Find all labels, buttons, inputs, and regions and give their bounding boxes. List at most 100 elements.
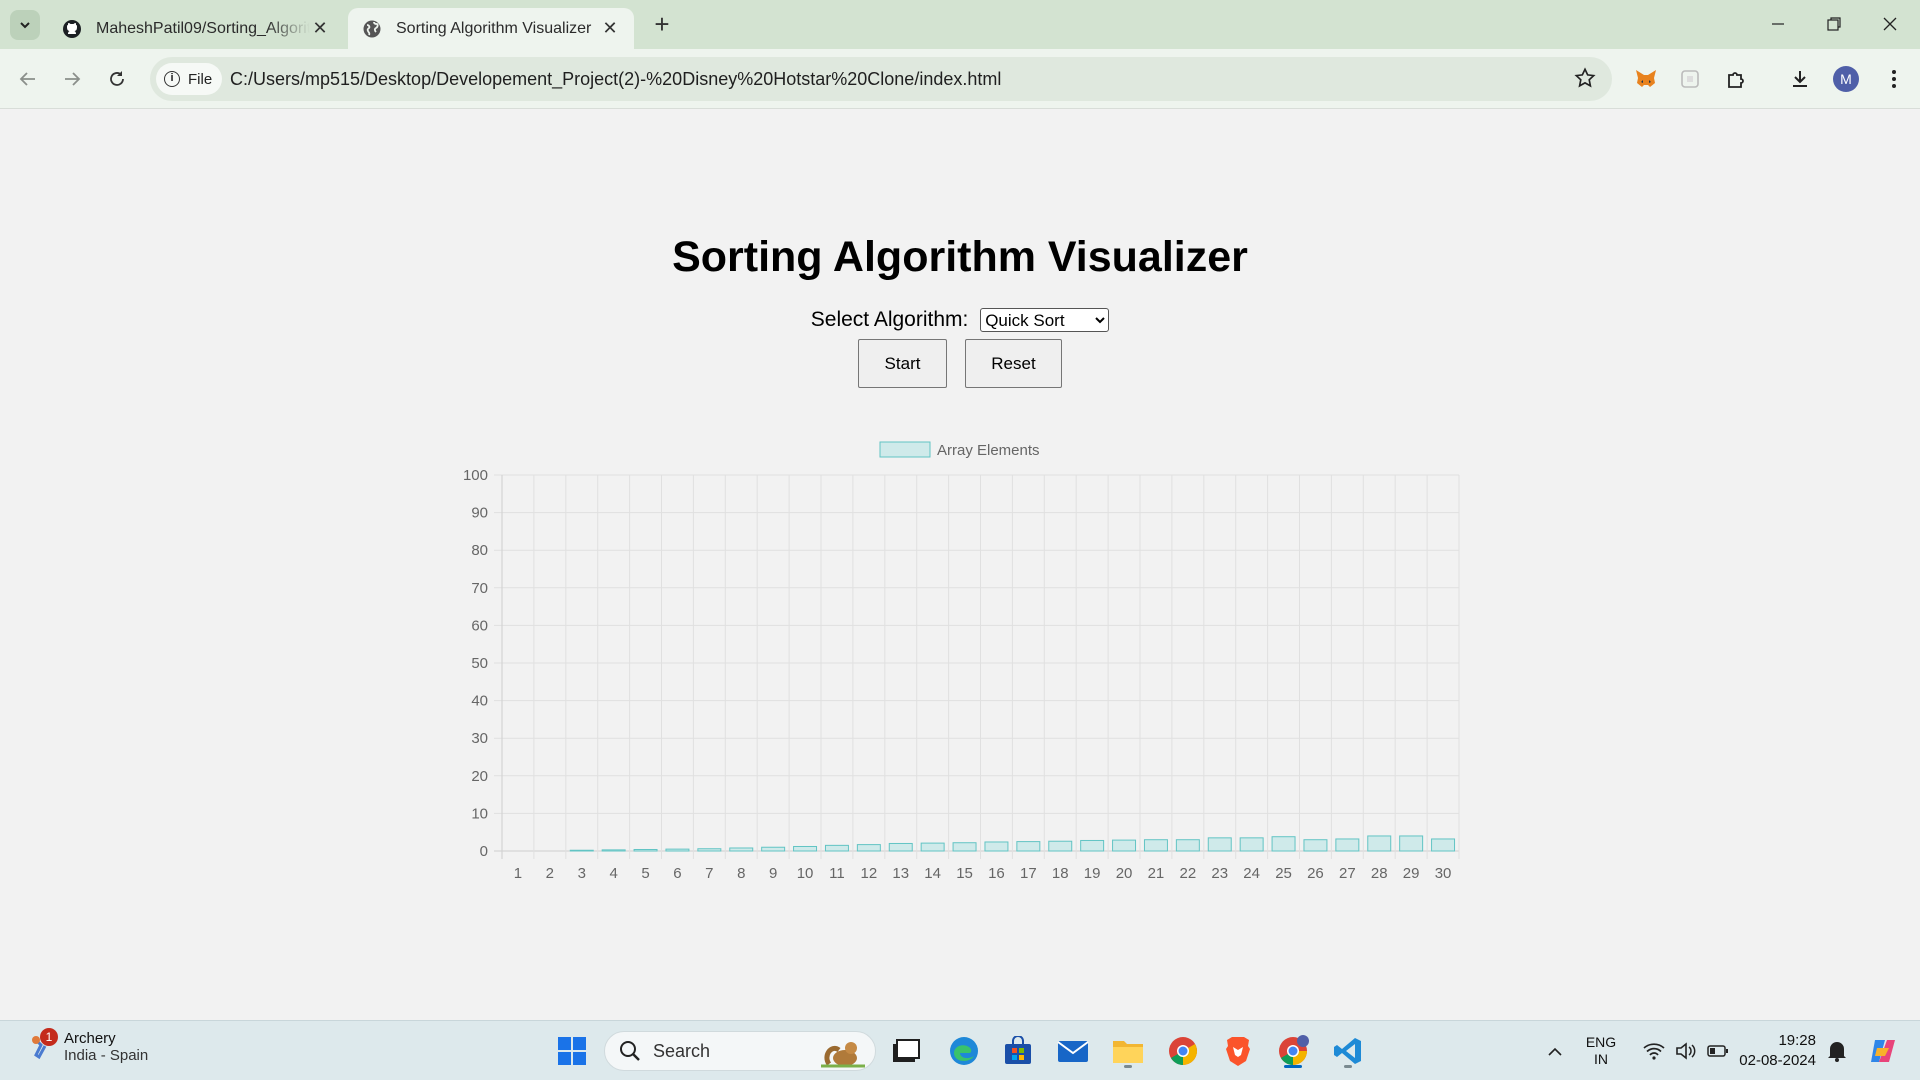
bar[interactable]: [1431, 838, 1456, 852]
reload-button[interactable]: [101, 63, 133, 95]
site-info-chip[interactable]: i File: [156, 63, 223, 95]
x-tick-label: 25: [1275, 865, 1292, 882]
bar[interactable]: [1399, 835, 1424, 852]
y-tick-label: 20: [471, 768, 488, 785]
bar[interactable]: [601, 849, 626, 852]
running-indicator: [1124, 1065, 1132, 1068]
metamask-extension-button[interactable]: [1630, 63, 1662, 95]
taskbar-search[interactable]: Search: [604, 1031, 876, 1071]
file-explorer-taskbar-button[interactable]: [1108, 1031, 1148, 1071]
bar[interactable]: [1367, 835, 1392, 852]
restore-button[interactable]: [1806, 8, 1862, 40]
show-hidden-icons-button[interactable]: [1540, 1021, 1570, 1080]
tab-github[interactable]: MaheshPatil09/Sorting_Algorithm ✕: [48, 8, 344, 49]
fox-icon: [1636, 70, 1656, 87]
y-tick-label: 30: [471, 730, 488, 747]
y-tick-label: 40: [471, 693, 488, 710]
bar[interactable]: [1016, 841, 1041, 852]
x-tick-label: 12: [861, 865, 878, 882]
bar[interactable]: [984, 841, 1009, 852]
copilot-button[interactable]: [1862, 1021, 1902, 1080]
vscode-taskbar-button[interactable]: [1328, 1031, 1368, 1071]
close-icon[interactable]: ✕: [600, 18, 620, 39]
start-menu-button[interactable]: [552, 1031, 592, 1071]
bar[interactable]: [1143, 839, 1168, 852]
y-tick-label: 0: [480, 843, 488, 860]
search-icon: [620, 1041, 640, 1061]
browser-menu-button[interactable]: [1878, 63, 1910, 95]
bar[interactable]: [888, 842, 913, 852]
bar[interactable]: [856, 844, 881, 852]
bar[interactable]: [697, 848, 722, 852]
extension-placeholder-icon: [1681, 70, 1699, 88]
bar[interactable]: [1048, 840, 1073, 852]
downloads-button[interactable]: [1784, 63, 1816, 95]
browser-titlebar: MaheshPatil09/Sorting_Algorithm ✕ Sortin…: [0, 0, 1920, 49]
bar[interactable]: [824, 844, 849, 852]
start-button[interactable]: Start: [858, 339, 947, 388]
algorithm-select[interactable]: Quick Sort: [980, 308, 1110, 333]
bar[interactable]: [1335, 838, 1360, 852]
extensions-menu-button[interactable]: [1720, 63, 1752, 95]
store-taskbar-button[interactable]: [998, 1031, 1038, 1071]
bar[interactable]: [633, 848, 658, 852]
bar[interactable]: [1207, 837, 1232, 852]
weather-widget[interactable]: 1 Archery India - Spain: [26, 1028, 149, 1064]
bar[interactable]: [1271, 836, 1296, 852]
bar[interactable]: [1175, 839, 1200, 852]
tab-search-button[interactable]: [10, 10, 40, 40]
close-icon[interactable]: ✕: [310, 18, 330, 39]
bar[interactable]: [952, 842, 977, 852]
widget-subtitle: India - Spain: [64, 1047, 149, 1064]
bar[interactable]: [1112, 839, 1137, 852]
bar[interactable]: [1239, 837, 1264, 852]
tab-visualizer[interactable]: Sorting Algorithm Visualizer ✕: [348, 8, 634, 49]
address-bar[interactable]: i File C:/Users/mp515/Desktop/Developeme…: [150, 57, 1612, 101]
x-tick-label: 1: [514, 865, 522, 882]
site-chip-label: File: [188, 70, 213, 88]
edge-taskbar-button[interactable]: [944, 1031, 984, 1071]
restore-icon: [1827, 17, 1841, 31]
mail-taskbar-button[interactable]: [1053, 1031, 1093, 1071]
back-button[interactable]: [12, 63, 44, 95]
running-indicator: [1344, 1065, 1352, 1068]
sports-icon: 1: [26, 1028, 58, 1062]
bar[interactable]: [1303, 839, 1328, 852]
chart-legend[interactable]: Array Elements: [879, 441, 1040, 459]
bar[interactable]: [665, 848, 690, 852]
minimize-button[interactable]: [1750, 8, 1806, 40]
url-text[interactable]: C:/Users/mp515/Desktop/Developement_Proj…: [230, 57, 1001, 101]
bar[interactable]: [761, 846, 786, 852]
extension-button[interactable]: [1674, 63, 1706, 95]
close-window-button[interactable]: [1862, 8, 1918, 40]
new-tab-button[interactable]: +: [650, 10, 674, 40]
widget-title: Archery: [64, 1030, 116, 1047]
info-icon: i: [164, 71, 180, 87]
x-tick-label: 14: [924, 865, 941, 882]
bar[interactable]: [1080, 839, 1105, 852]
chevron-up-icon: [1548, 1047, 1562, 1056]
x-tick-label: 2: [546, 865, 554, 882]
bookmark-star-button[interactable]: [1574, 67, 1596, 94]
clock-date: 02-08-2024: [1739, 1052, 1816, 1069]
quick-settings-button[interactable]: [1636, 1021, 1736, 1080]
task-view-button[interactable]: [886, 1031, 926, 1071]
x-tick-label: 27: [1339, 865, 1356, 882]
forward-button[interactable]: [56, 63, 88, 95]
bar[interactable]: [729, 847, 754, 852]
clock[interactable]: 19:28 02-08-2024: [1739, 1031, 1816, 1071]
chrome-profile-taskbar-button[interactable]: [1273, 1031, 1313, 1071]
notifications-button[interactable]: [1822, 1021, 1852, 1080]
avatar: M: [1833, 66, 1859, 92]
bar[interactable]: [793, 845, 818, 852]
chrome-taskbar-button[interactable]: [1163, 1031, 1203, 1071]
profile-button[interactable]: M: [1830, 63, 1862, 95]
folder-icon: [1113, 1041, 1143, 1063]
bar[interactable]: [920, 842, 945, 852]
language-indicator[interactable]: ENG IN: [1580, 1021, 1622, 1080]
brave-taskbar-button[interactable]: [1218, 1031, 1258, 1071]
vscode-icon: [1334, 1038, 1361, 1064]
bar[interactable]: [569, 849, 594, 852]
minimize-icon: [1772, 23, 1784, 25]
reset-button[interactable]: Reset: [965, 339, 1062, 388]
